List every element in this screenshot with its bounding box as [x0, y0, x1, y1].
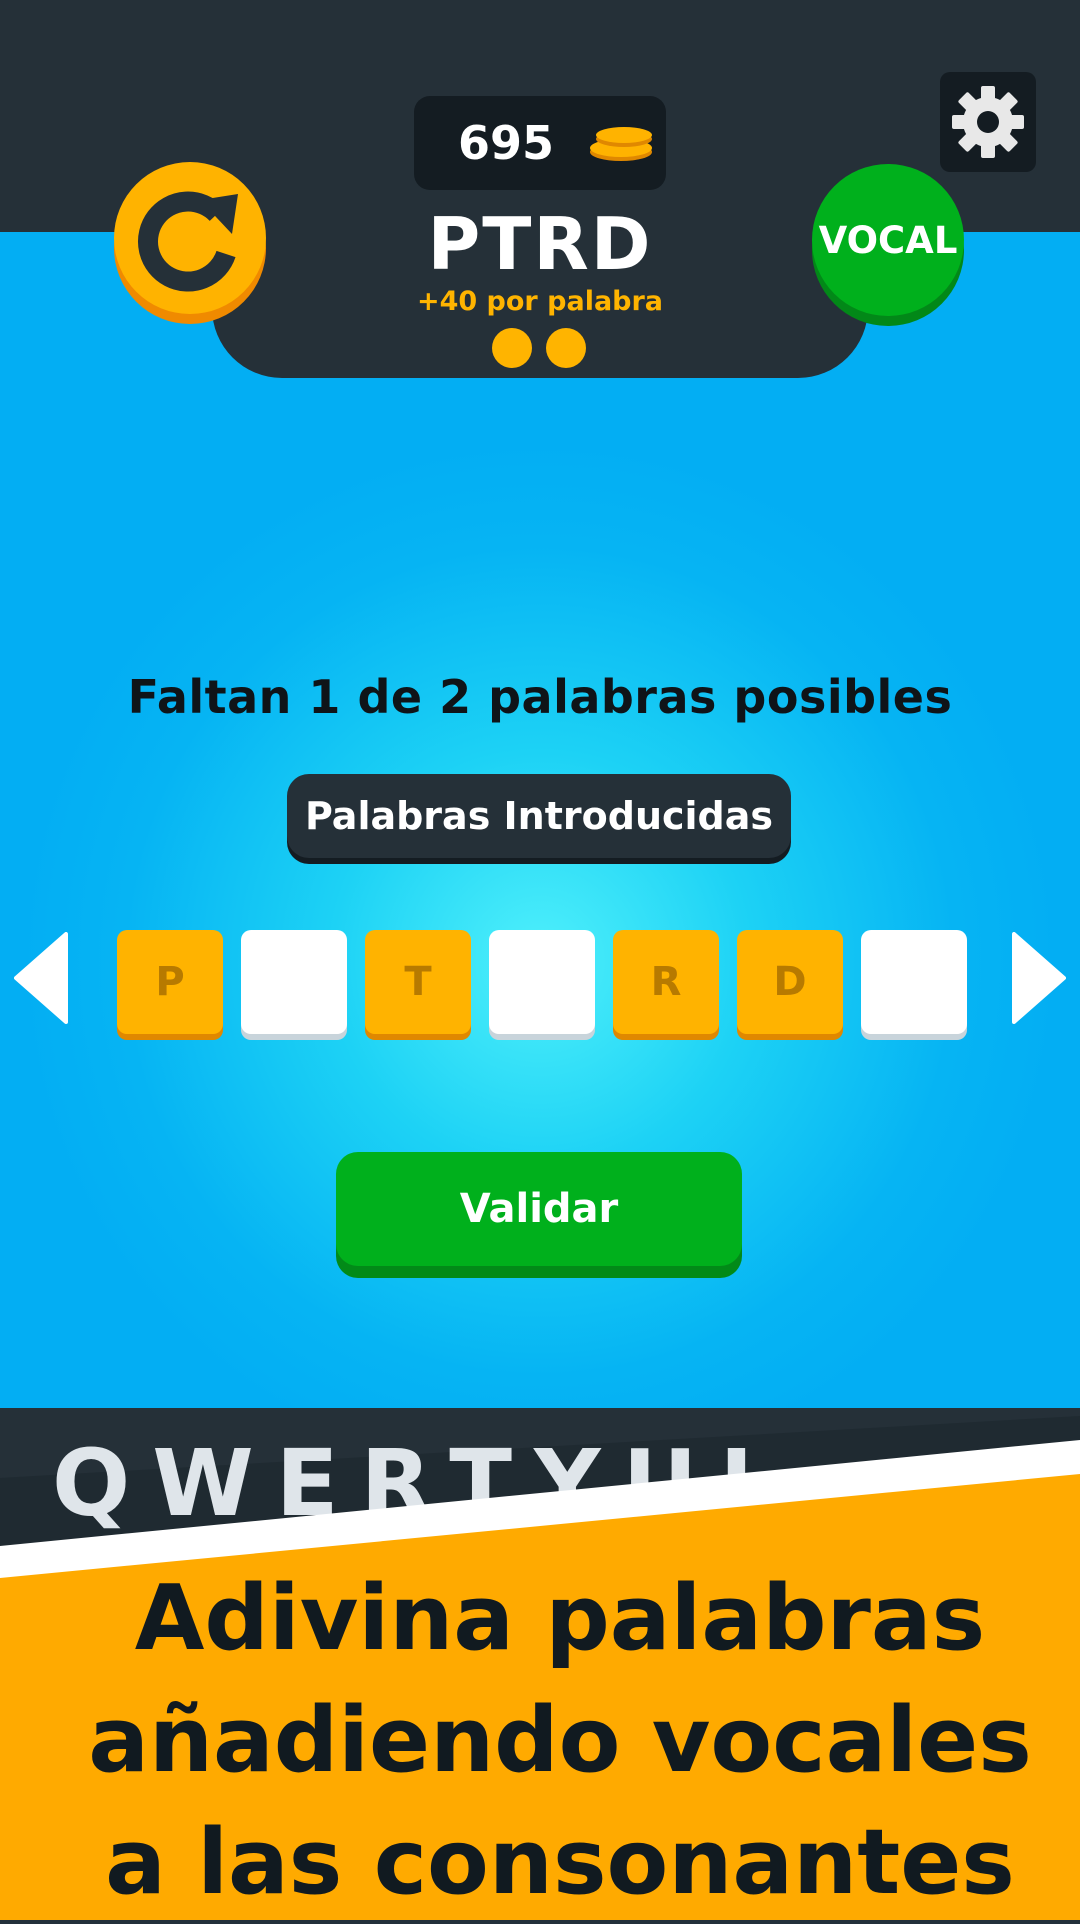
- letter-tile-t[interactable]: T: [365, 930, 471, 1034]
- refresh-icon: [138, 191, 238, 292]
- coin-count: 695: [458, 116, 555, 170]
- promo-line-2: añadiendo vocales: [88, 1688, 1032, 1793]
- word-progress-dot: [492, 328, 532, 368]
- vocal-button[interactable]: VOCAL: [812, 164, 964, 316]
- validate-button[interactable]: Validar: [336, 1152, 742, 1266]
- gear-icon: [952, 86, 1024, 158]
- coin-stack-icon: [590, 127, 652, 161]
- arrow-right-icon[interactable]: [1010, 932, 1066, 1024]
- empty-tile[interactable]: [861, 930, 967, 1034]
- reward-per-word: +40 por palabra: [416, 286, 664, 317]
- letter-tile-r[interactable]: R: [613, 930, 719, 1034]
- promo-line-1: Adivina palabras: [134, 1566, 986, 1671]
- consonant-set-title: PTRD: [427, 202, 653, 286]
- entered-words-button[interactable]: Palabras Introducidas: [287, 774, 791, 858]
- letter-tile-d[interactable]: D: [737, 930, 843, 1034]
- missing-words-text: Faltan 1 de 2 palabras posibles: [127, 670, 953, 724]
- keyboard-keys-row[interactable]: QWERTYUI: [52, 1430, 872, 1540]
- refresh-button[interactable]: [114, 162, 266, 314]
- empty-tile[interactable]: [489, 930, 595, 1034]
- coin-counter: 695: [414, 96, 666, 190]
- promo-text: Adivina palabras añadiendo vocales a las…: [60, 1558, 1060, 1924]
- word-progress-dot: [546, 328, 586, 368]
- letter-tile-p[interactable]: P: [117, 930, 223, 1034]
- empty-tile[interactable]: [241, 930, 347, 1034]
- arrow-left-icon[interactable]: [14, 932, 70, 1024]
- promo-line-3: a las consonantes: [105, 1810, 1015, 1915]
- settings-button[interactable]: [940, 72, 1036, 172]
